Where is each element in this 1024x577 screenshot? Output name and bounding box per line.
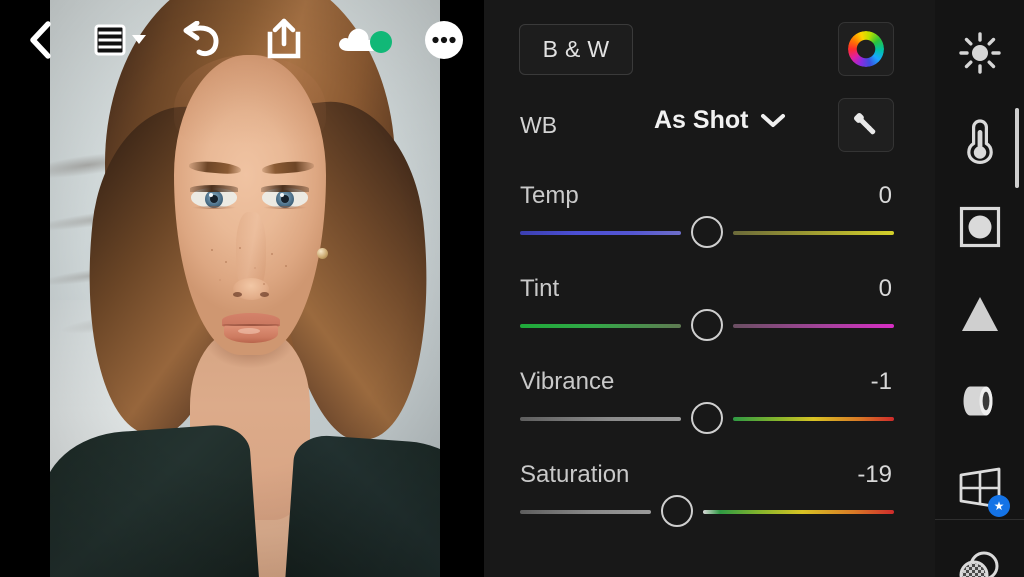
rail-item-masking[interactable] [935, 527, 1024, 577]
slider-row-vibrance[interactable]: Vibrance -1 [484, 354, 935, 447]
slider-track-temp[interactable] [520, 216, 894, 248]
wb-dropdown[interactable]: As Shot [654, 106, 786, 135]
edit-panel: B & W Mix WB As Shot [484, 0, 935, 577]
bw-button-label: B & W [542, 36, 610, 62]
slider-thumb-saturation[interactable] [661, 495, 694, 527]
slider-row-saturation[interactable]: Saturation -19 [484, 447, 935, 540]
slider-list: Temp 0 Tint 0 Vibrance -1 Saturation -19 [484, 168, 935, 540]
slider-row-tint[interactable]: Tint 0 [484, 261, 935, 354]
rail-item-light[interactable] [935, 10, 1024, 96]
tool-rail: ★ [935, 0, 1024, 577]
slider-label-temp: Temp [520, 182, 579, 209]
presets-button[interactable] [92, 18, 152, 62]
frame-circle-icon [959, 206, 1000, 248]
slider-value-saturation: -19 [857, 461, 892, 488]
share-button[interactable] [260, 16, 308, 62]
slider-value-temp: 0 [878, 182, 892, 209]
slider-track-saturation[interactable] [520, 495, 894, 527]
white-balance-row: WB As Shot [484, 96, 935, 168]
premium-star-badge: ★ [988, 495, 1010, 517]
slider-fill-left-tint [520, 324, 681, 328]
ellipsis-icon [425, 21, 463, 59]
layers-list-icon [94, 24, 146, 56]
slider-label-vibrance: Vibrance [520, 368, 615, 395]
slider-track-tint[interactable] [520, 309, 894, 341]
edited-photo[interactable] [50, 0, 440, 577]
rail-item-color[interactable] [935, 97, 1024, 183]
back-button[interactable] [18, 18, 62, 62]
slider-thumb-temp[interactable] [691, 216, 723, 248]
color-wheel-icon [848, 31, 884, 67]
thermometer-icon [966, 119, 993, 164]
bw-mix-row: B & W Mix [484, 0, 935, 96]
rail-item-detail[interactable] [935, 271, 1024, 357]
cloud-icon [339, 28, 392, 53]
share-export-icon [267, 18, 301, 59]
bw-button[interactable]: B & W [519, 24, 633, 75]
photo-canvas[interactable] [0, 0, 484, 577]
triangle-icon [961, 297, 998, 331]
rail-item-effects[interactable] [935, 184, 1024, 270]
sun-icon [958, 32, 1001, 74]
color-mix-button[interactable] [838, 22, 894, 76]
app-root: B & W Mix WB As Shot [0, 0, 1024, 577]
slider-label-saturation: Saturation [520, 461, 630, 488]
eyedropper-icon [853, 112, 876, 135]
rail-item-geometry[interactable]: ★ [935, 445, 1024, 531]
slider-fill-left-saturation [520, 510, 652, 514]
slider-fill-right-temp [733, 231, 894, 235]
wb-value: As Shot [654, 106, 749, 134]
slider-track-vibrance[interactable] [520, 402, 894, 434]
slider-fill-left-vibrance [520, 417, 681, 421]
top-toolbar [0, 0, 484, 80]
undo-arrow-icon [183, 21, 219, 57]
cloud-sync-indicator[interactable] [334, 20, 396, 60]
slider-fill-right-saturation [703, 510, 894, 514]
eyedropper-button[interactable] [838, 98, 894, 152]
chevron-left-icon [30, 21, 51, 59]
masking-icon [959, 551, 998, 577]
wb-label: WB [520, 112, 558, 138]
photo-vignette [50, 0, 440, 577]
slider-value-tint: 0 [878, 275, 892, 302]
slider-label-tint: Tint [520, 275, 560, 302]
slider-fill-right-tint [733, 324, 894, 328]
rail-item-optics[interactable] [935, 358, 1024, 444]
slider-fill-left-temp [520, 231, 681, 235]
slider-row-temp[interactable]: Temp 0 [484, 168, 935, 261]
slider-thumb-tint[interactable] [691, 309, 723, 341]
chevron-down-icon [760, 112, 786, 129]
slider-value-vibrance: -1 [870, 368, 892, 395]
slider-fill-right-vibrance [733, 417, 894, 421]
lens-icon [963, 386, 992, 416]
more-options-button[interactable] [422, 18, 466, 62]
undo-button[interactable] [176, 18, 226, 62]
slider-thumb-vibrance[interactable] [691, 402, 723, 434]
